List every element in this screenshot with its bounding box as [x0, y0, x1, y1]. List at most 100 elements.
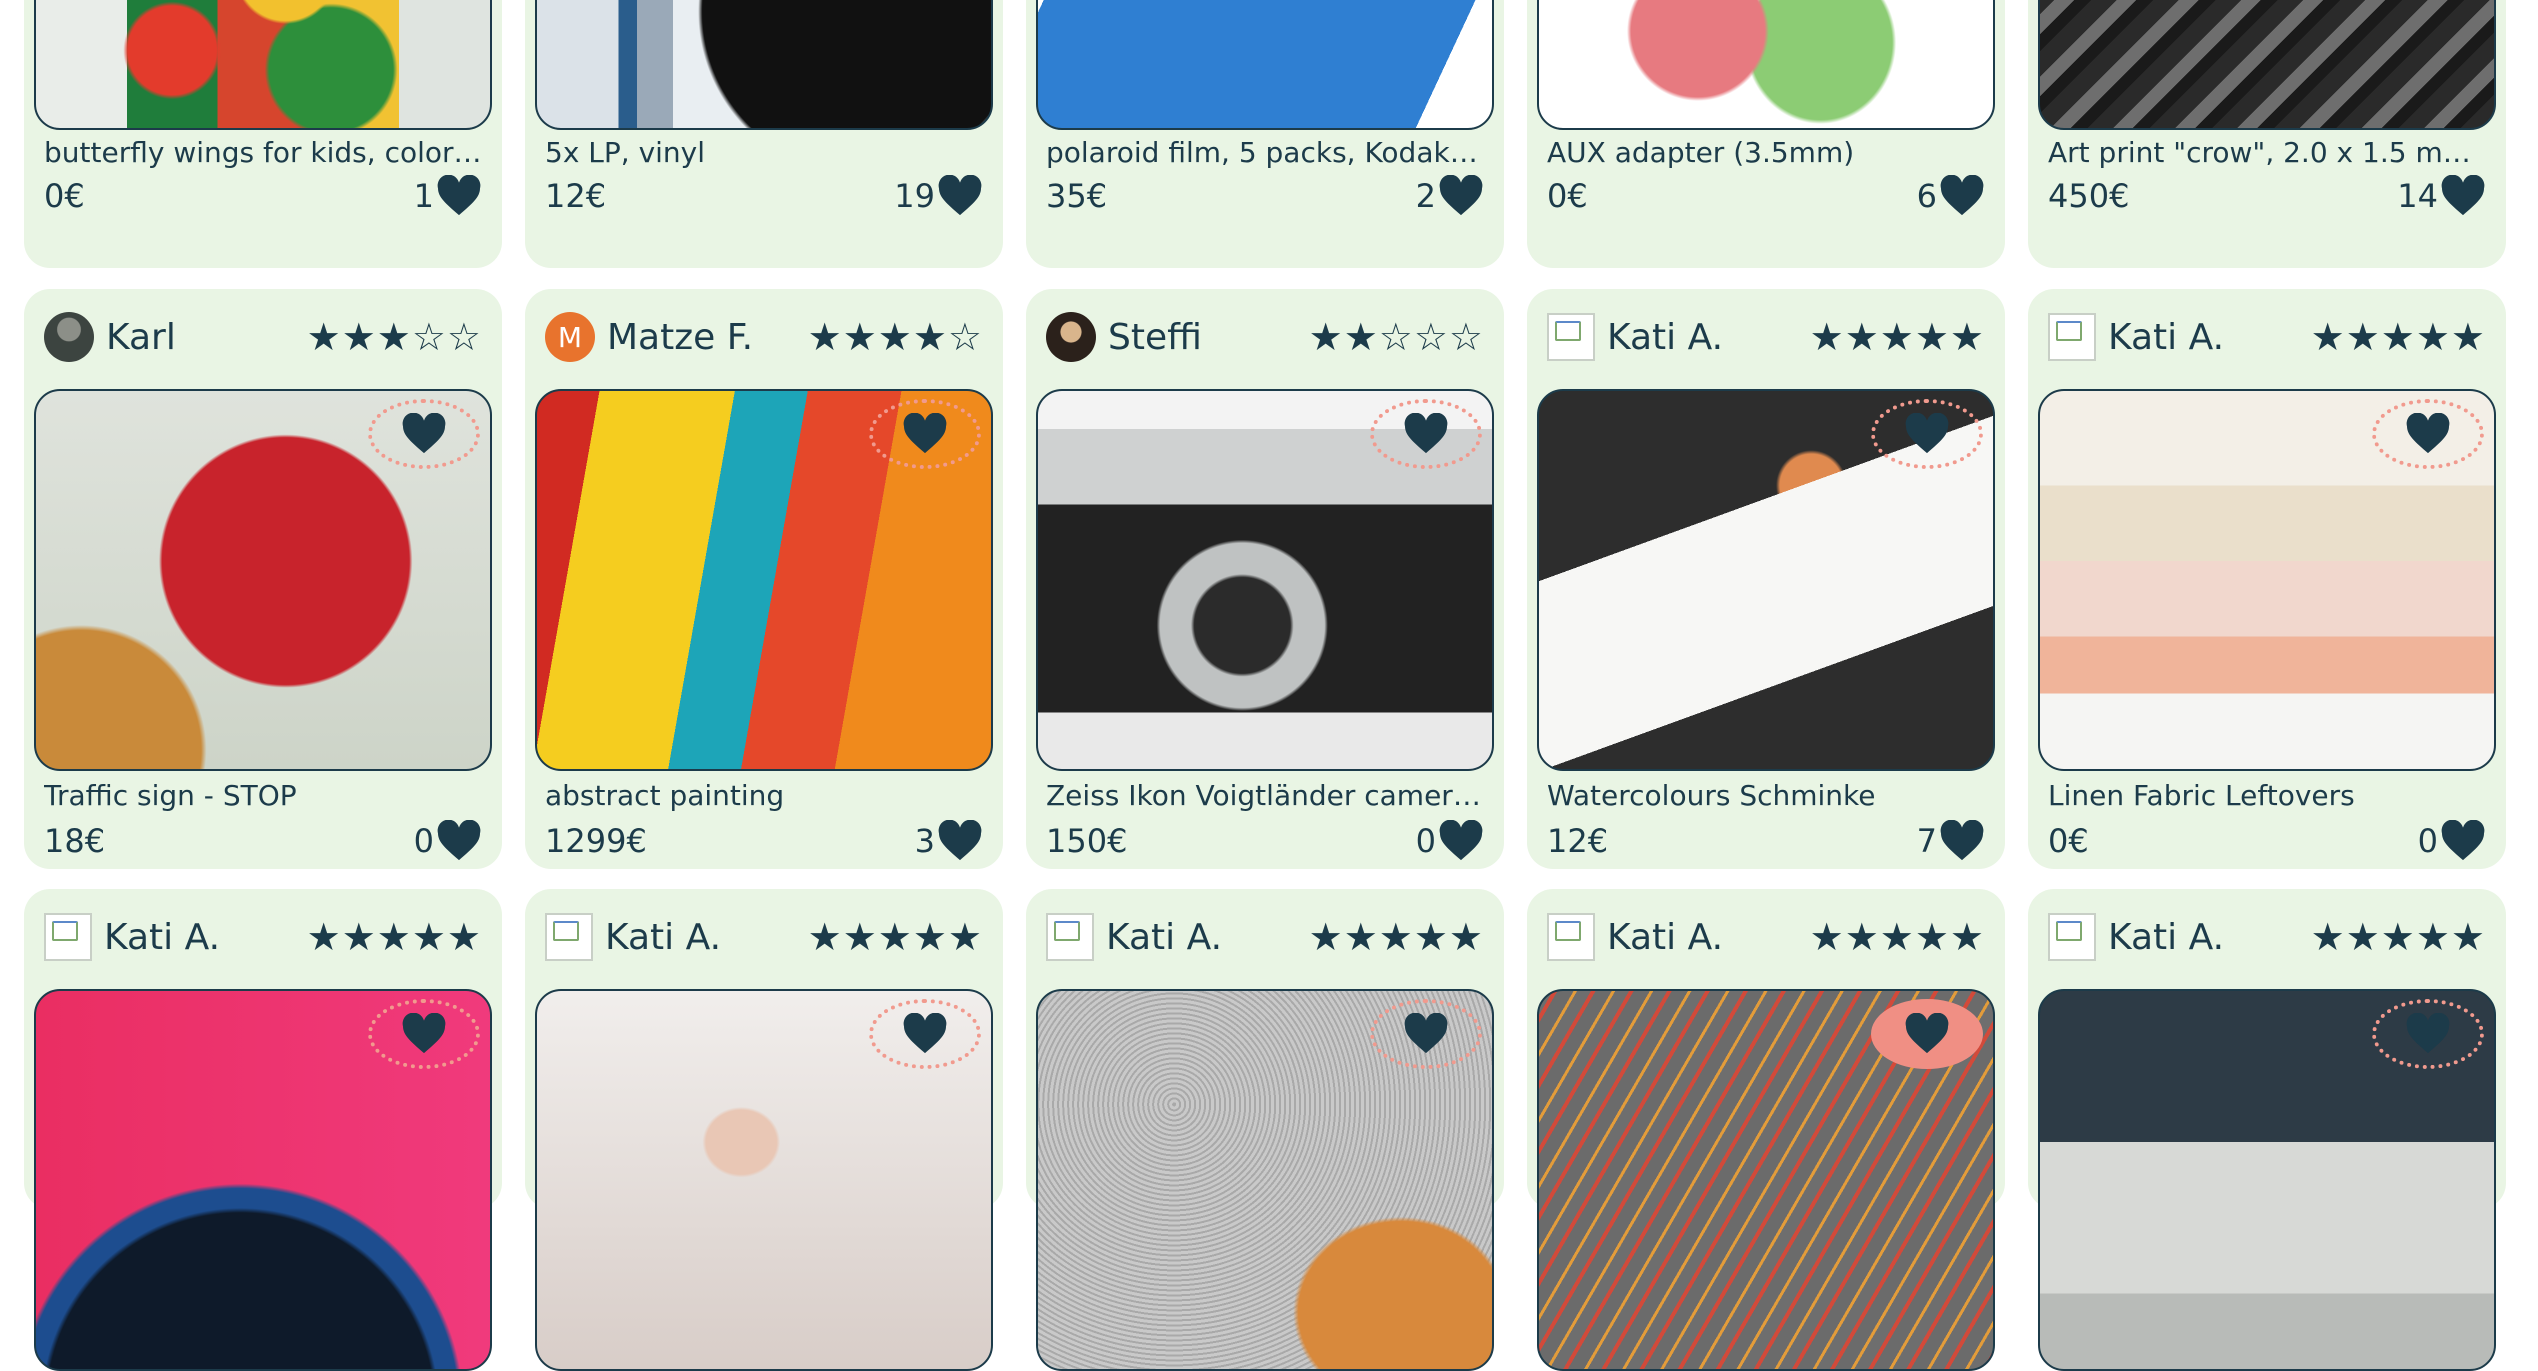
listing-title[interactable]: Linen Fabric Leftovers [2048, 779, 2486, 812]
seller-header: Kati A. ★★★★★ [2048, 311, 2486, 363]
listing-card[interactable]: Kati A. ★★★★★ [1026, 889, 1504, 1371]
seller-name[interactable]: Kati A. [1106, 917, 1222, 958]
seller-rating-stars: ★★★★★ [807, 915, 983, 959]
seller-name[interactable]: Karl [106, 317, 176, 358]
listing-photo[interactable] [34, 389, 492, 771]
seller-name[interactable]: Kati A. [605, 917, 721, 958]
listing-title[interactable]: polaroid film, 5 packs, Kodak,... [1046, 136, 1484, 169]
favorite-button[interactable] [2372, 399, 2484, 469]
seller-name[interactable]: Kati A. [104, 917, 220, 958]
avatar[interactable] [44, 312, 94, 362]
listing-title[interactable]: butterfly wings for kids, colorful [44, 136, 482, 169]
seller-name[interactable]: Kati A. [2108, 917, 2224, 958]
price-row: 18€ 0 [44, 819, 482, 863]
heart-icon [2441, 175, 2485, 216]
seller-rating-stars: ★★★★★ [1809, 915, 1985, 959]
listing-card[interactable]: polaroid film, 5 packs, Kodak,... 35€ 2 [1026, 0, 1504, 268]
heart-icon [1439, 820, 1483, 861]
avatar[interactable] [44, 913, 92, 961]
listing-photo[interactable] [1537, 0, 1995, 130]
price-row: 0€ 6 [1547, 174, 1985, 218]
favorite-button[interactable] [1871, 399, 1983, 469]
seller-name[interactable]: Kati A. [1607, 917, 1723, 958]
price-row: 0€ 1 [44, 174, 482, 218]
listing-card[interactable]: Kati A. ★★★★★ Linen Fabric Leftovers 0€ … [2028, 289, 2506, 869]
price-row: 12€ 19 [545, 174, 983, 218]
listing-title[interactable]: AUX adapter (3.5mm) [1547, 136, 1985, 169]
listing-title[interactable]: Zeiss Ikon Voigtländer camera,... [1046, 779, 1484, 812]
listing-card[interactable]: AUX adapter (3.5mm) 0€ 6 [1527, 0, 2005, 268]
listing-card[interactable]: Kati A. ★★★★★ [2028, 889, 2506, 1371]
price-row: 12€ 7 [1547, 819, 1985, 863]
heart-icon [903, 413, 947, 454]
seller[interactable]: Karl [44, 312, 176, 362]
listing-title[interactable]: abstract painting [545, 779, 983, 812]
seller[interactable]: Kati A. [44, 913, 220, 961]
listing-photo[interactable] [1036, 389, 1494, 771]
favorite-button[interactable] [368, 399, 480, 469]
listing-card[interactable]: M Matze F. ★★★★☆ abstract painting 1299€… [525, 289, 1003, 869]
listing-title[interactable]: Traffic sign - STOP [44, 779, 482, 812]
seller[interactable]: Kati A. [1046, 913, 1222, 961]
listing-photo[interactable] [1036, 0, 1494, 130]
listing-card[interactable]: Steffi ★★☆☆☆ Zeiss Ikon Voigtländer came… [1026, 289, 1504, 869]
seller[interactable]: Kati A. [545, 913, 721, 961]
listing-title[interactable]: Watercolours Schminke [1547, 779, 1985, 812]
listing-photo[interactable] [1537, 989, 1995, 1371]
seller[interactable]: Kati A. [1547, 913, 1723, 961]
seller[interactable]: Steffi [1046, 312, 1202, 362]
listing-price: 0€ [44, 177, 85, 215]
avatar[interactable] [545, 913, 593, 961]
seller-name[interactable]: Kati A. [1607, 317, 1723, 358]
avatar[interactable] [1046, 913, 1094, 961]
favorite-button[interactable] [1871, 999, 1983, 1069]
avatar[interactable] [2048, 913, 2096, 961]
heart-icon [938, 820, 982, 861]
listing-card[interactable]: Art print "crow", 2.0 x 1.5 meters 450€ … [2028, 0, 2506, 268]
favorite-button[interactable] [1370, 399, 1482, 469]
listing-photo[interactable] [535, 989, 993, 1371]
heart-icon [2406, 413, 2450, 454]
listing-card[interactable]: Kati A. ★★★★★ Watercolours Schminke 12€ … [1527, 289, 2005, 869]
listing-card[interactable]: Kati A. ★★★★★ [24, 889, 502, 1371]
seller-name[interactable]: Matze F. [607, 317, 753, 358]
listing-card[interactable]: Karl ★★★☆☆ Traffic sign - STOP 18€ 0 [24, 289, 502, 869]
seller[interactable]: Kati A. [2048, 313, 2224, 361]
favorite-button[interactable] [869, 399, 981, 469]
avatar[interactable]: M [545, 312, 595, 362]
seller[interactable]: Kati A. [1547, 313, 1723, 361]
like-counter: 1 [414, 175, 482, 217]
heart-icon [1404, 1013, 1448, 1054]
listing-photo[interactable] [535, 0, 993, 130]
listing-photo[interactable] [34, 0, 492, 130]
listing-photo[interactable] [1537, 389, 1995, 771]
favorite-button[interactable] [2372, 999, 2484, 1069]
listing-card[interactable]: 5x LP, vinyl 12€ 19 [525, 0, 1003, 268]
seller[interactable]: Kati A. [2048, 913, 2224, 961]
seller-name[interactable]: Kati A. [2108, 317, 2224, 358]
avatar[interactable] [1547, 913, 1595, 961]
seller-name[interactable]: Steffi [1108, 317, 1202, 358]
listing-title[interactable]: 5x LP, vinyl [545, 136, 983, 169]
listing-photo[interactable] [2038, 989, 2496, 1371]
listing-photo[interactable] [2038, 389, 2496, 771]
listing-photo[interactable] [34, 989, 492, 1371]
listing-photo[interactable] [2038, 0, 2496, 130]
listing-photo[interactable] [535, 389, 993, 771]
favorite-button[interactable] [869, 999, 981, 1069]
seller[interactable]: M Matze F. [545, 312, 753, 362]
listing-card[interactable]: Kati A. ★★★★★ [1527, 889, 2005, 1371]
listing-photo[interactable] [1036, 989, 1494, 1371]
heart-icon [903, 1013, 947, 1054]
avatar[interactable] [1046, 312, 1096, 362]
heart-icon [1905, 413, 1949, 454]
listing-price: 18€ [44, 822, 106, 860]
listing-card[interactable]: Kati A. ★★★★★ [525, 889, 1003, 1371]
listing-card[interactable]: butterfly wings for kids, colorful 0€ 1 [24, 0, 502, 268]
avatar[interactable] [2048, 313, 2096, 361]
favorite-button[interactable] [368, 999, 480, 1069]
price-row: 0€ 0 [2048, 819, 2486, 863]
avatar[interactable] [1547, 313, 1595, 361]
listing-title[interactable]: Art print "crow", 2.0 x 1.5 meters [2048, 136, 2486, 169]
favorite-button[interactable] [1370, 999, 1482, 1069]
